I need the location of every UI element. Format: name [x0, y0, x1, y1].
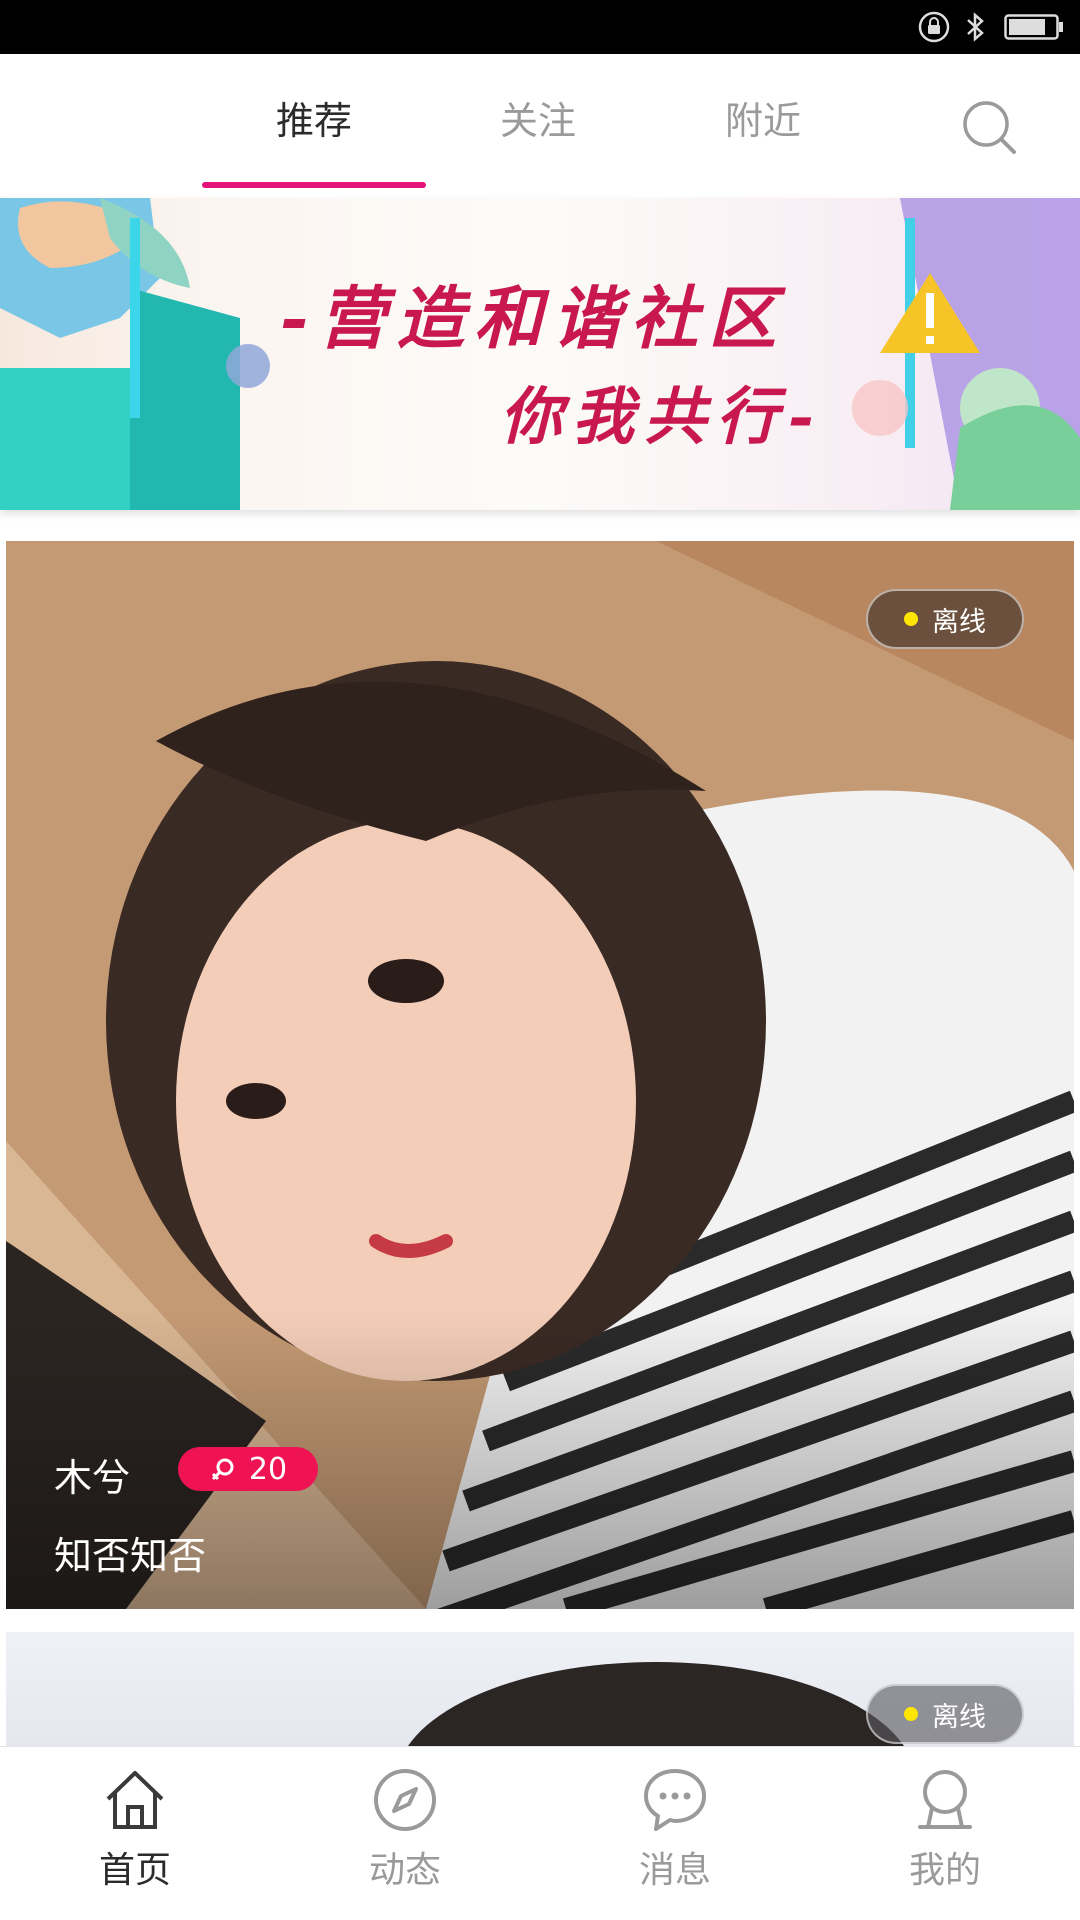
status-bar — [0, 0, 1080, 54]
search-icon — [963, 101, 1016, 154]
banner-subheadline: 你我共行- — [500, 380, 824, 453]
banner-headline: -营造和谐社区 — [280, 279, 787, 359]
user-name: 木兮 — [54, 1456, 131, 1500]
nav-messages[interactable]: 消息 — [540, 1765, 810, 1915]
status-label: 离线 — [932, 606, 986, 638]
nav-feed[interactable]: 动态 — [270, 1765, 540, 1915]
user-bio: 知否知否 — [54, 1534, 207, 1578]
user-card[interactable]: 离线 — [6, 1632, 1074, 1752]
status-dot-icon — [904, 1707, 918, 1721]
nav-messages-label: 消息 — [638, 1850, 711, 1891]
bottom-navigation: 首页 动态 消息 我的 — [0, 1746, 1080, 1920]
battery-icon — [1004, 10, 1064, 44]
nav-home-label: 首页 — [98, 1850, 171, 1891]
tab-recommend[interactable]: 推荐 — [202, 90, 426, 145]
tab-nearby[interactable]: 附近 — [651, 90, 875, 145]
gender-age-badge: 20 — [178, 1447, 318, 1491]
chat-bubble-icon — [644, 1769, 706, 1831]
search-button[interactable] — [958, 96, 1022, 160]
profile-icon — [918, 1770, 972, 1829]
nav-home[interactable]: 首页 — [0, 1765, 270, 1915]
nav-feed-label: 动态 — [368, 1850, 441, 1891]
status-dot-icon — [904, 612, 918, 626]
community-banner[interactable]: -营造和谐社区 你我共行- — [0, 198, 1080, 510]
active-tab-indicator — [202, 182, 426, 188]
bluetooth-icon — [962, 10, 990, 44]
online-status-badge: 离线 — [866, 1684, 1024, 1744]
tab-follow[interactable]: 关注 — [426, 90, 650, 145]
top-navigation: 推荐 关注 附近 — [0, 54, 1080, 190]
online-status-badge: 离线 — [866, 589, 1024, 649]
nav-profile[interactable]: 我的 — [810, 1765, 1080, 1915]
age-value: 20 — [248, 1451, 288, 1487]
nav-profile-label: 我的 — [908, 1850, 981, 1891]
home-icon — [106, 1771, 164, 1829]
status-label: 离线 — [932, 1701, 986, 1733]
compass-icon — [374, 1769, 436, 1831]
lock-rotation-icon — [916, 10, 952, 44]
user-card[interactable]: 离线 木兮 20 知否知否 — [6, 541, 1074, 1609]
female-icon — [211, 1458, 234, 1481]
